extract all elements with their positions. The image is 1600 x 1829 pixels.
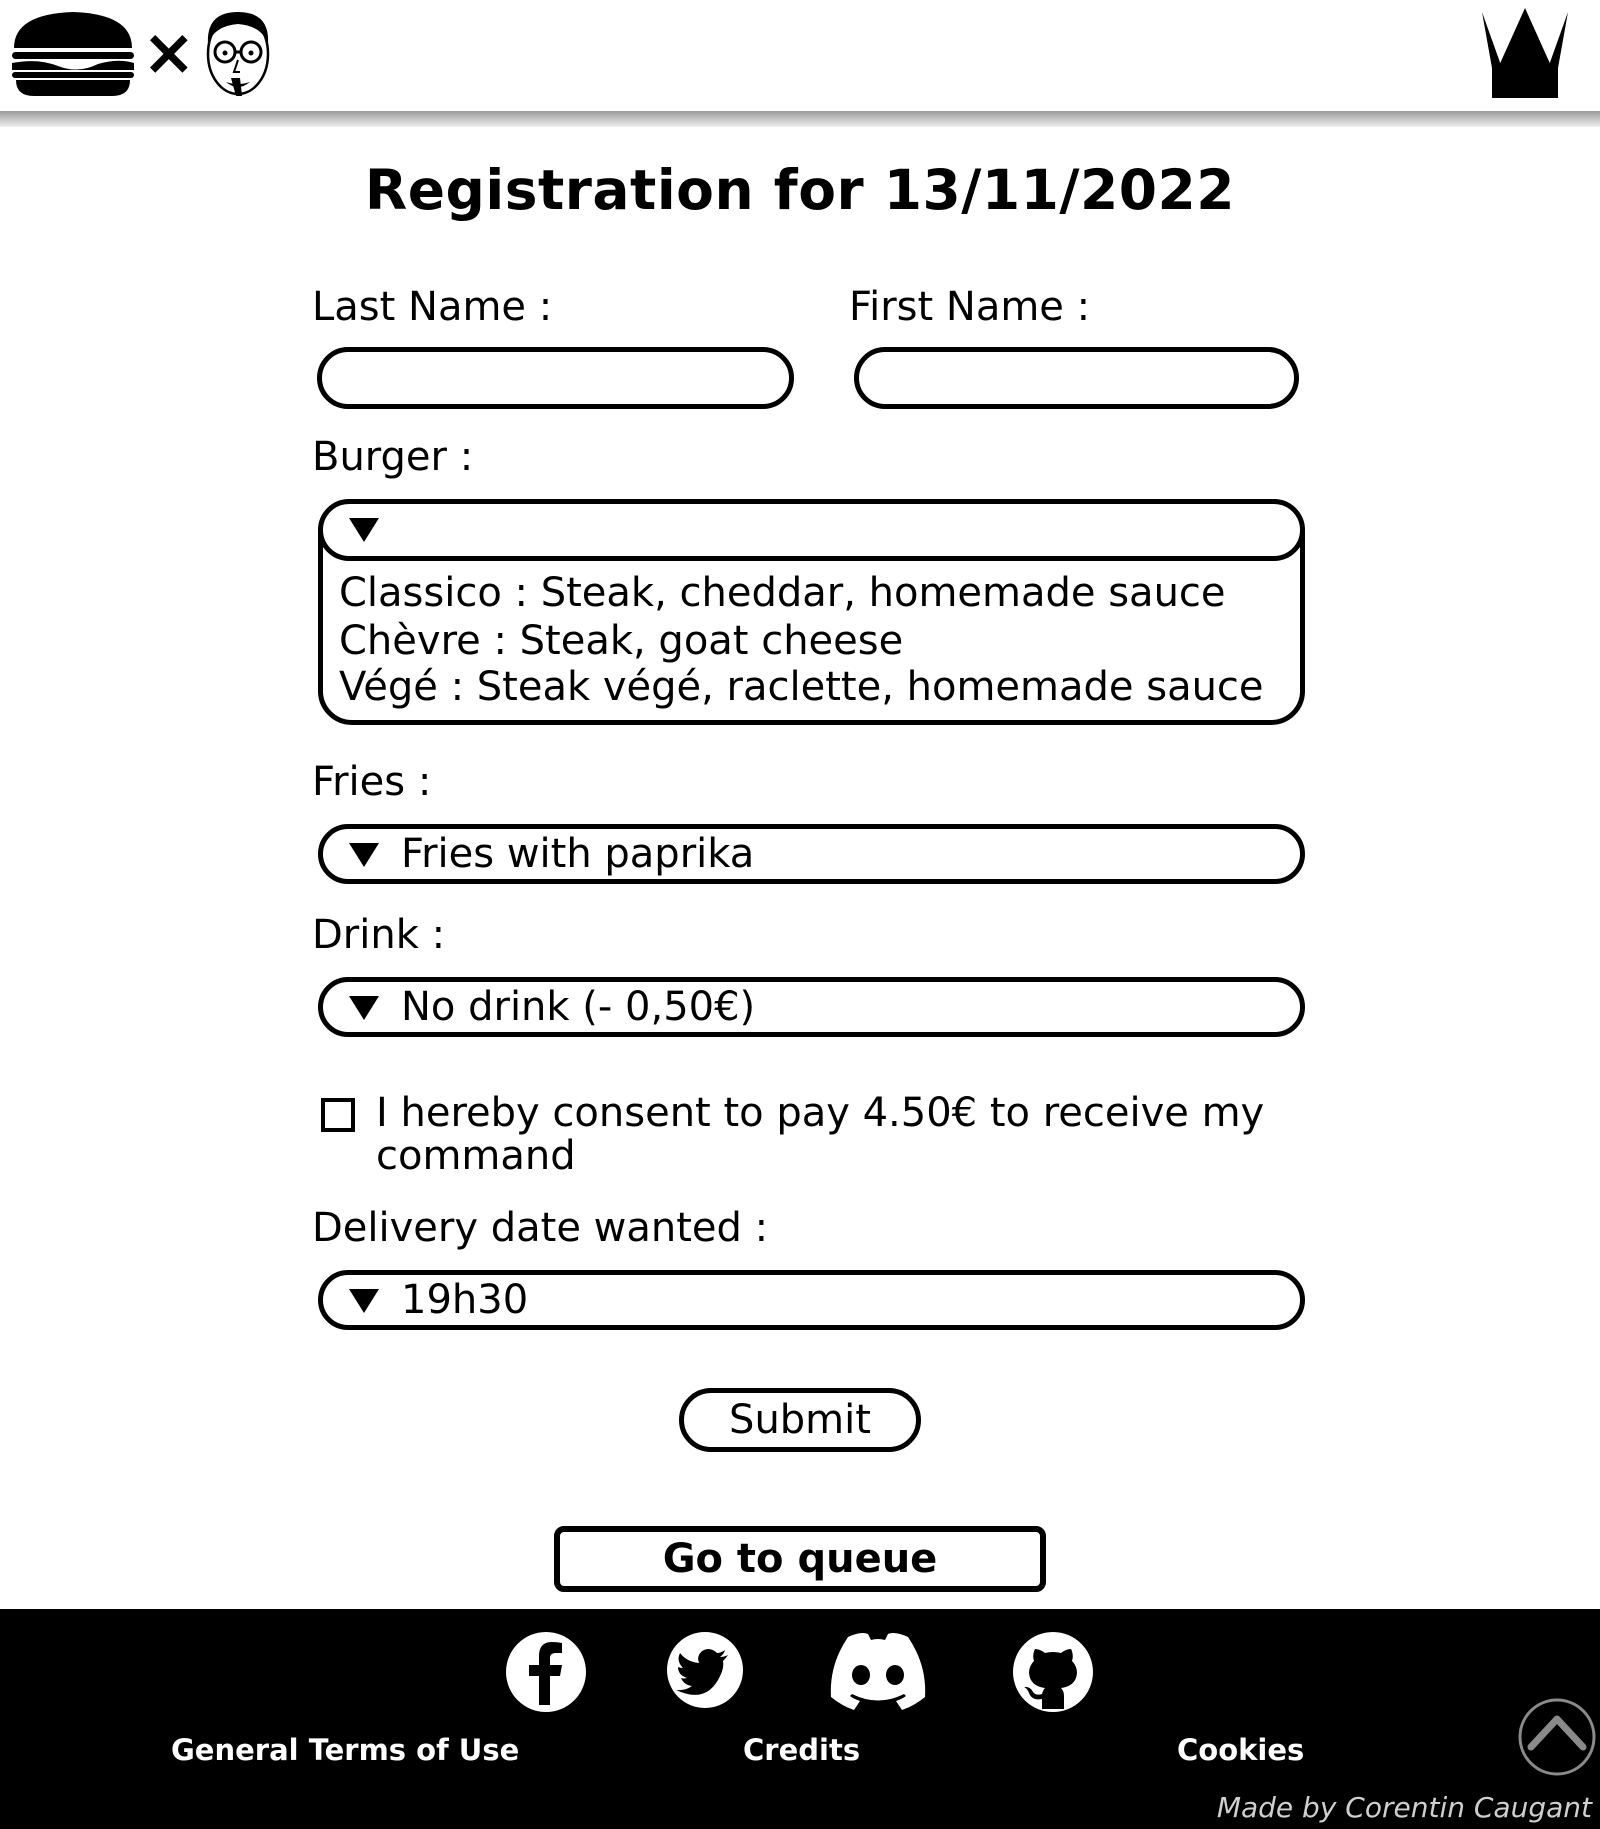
delivery-label: Delivery date wanted : bbox=[312, 1205, 769, 1251]
site-logo[interactable]: × bbox=[8, 8, 276, 98]
burger-icon bbox=[12, 12, 134, 96]
header-divider bbox=[0, 111, 1600, 127]
first-name-label: First Name : bbox=[849, 284, 1091, 330]
discord-icon[interactable] bbox=[826, 1631, 930, 1713]
github-icon[interactable] bbox=[1012, 1631, 1094, 1713]
footer-link-terms[interactable]: General Terms of Use bbox=[171, 1733, 519, 1767]
dropdown-arrow-icon bbox=[349, 518, 379, 542]
footer-link-cookies[interactable]: Cookies bbox=[1177, 1733, 1304, 1767]
burger-select-header[interactable] bbox=[318, 499, 1305, 561]
logo-separator: × bbox=[142, 16, 196, 90]
burger-select[interactable]: Classico : Steak, cheddar, homemade sauc… bbox=[318, 499, 1305, 725]
footer-link-credits[interactable]: Credits bbox=[743, 1733, 860, 1767]
last-name-label: Last Name : bbox=[312, 284, 553, 330]
burger-label: Burger : bbox=[312, 434, 474, 480]
first-name-input[interactable] bbox=[854, 347, 1299, 409]
delivery-select[interactable]: 19h30 bbox=[318, 1270, 1305, 1330]
twitter-icon[interactable] bbox=[666, 1631, 744, 1709]
dropdown-arrow-icon bbox=[349, 996, 379, 1020]
made-by-credit: Made by Corentin Caugant bbox=[1216, 1791, 1592, 1824]
consent-checkbox[interactable] bbox=[321, 1098, 355, 1132]
consent-text: I hereby consent to pay 4.50€ to receive… bbox=[376, 1090, 1265, 1179]
go-to-queue-button[interactable]: Go to queue bbox=[554, 1526, 1046, 1592]
drink-select[interactable]: No drink (- 0,50€) bbox=[318, 977, 1305, 1037]
burger-option[interactable]: Végé : Steak végé, raclette, homemade sa… bbox=[339, 664, 1264, 710]
face-icon bbox=[206, 12, 269, 96]
drink-label: Drink : bbox=[312, 912, 446, 958]
fries-select[interactable]: Fries with paprika bbox=[318, 824, 1305, 884]
drink-select-value: No drink (- 0,50€) bbox=[401, 984, 756, 1030]
burger-option[interactable]: Classico : Steak, cheddar, homemade sauc… bbox=[339, 570, 1226, 616]
crown-icon[interactable] bbox=[1480, 6, 1570, 100]
dropdown-arrow-icon bbox=[349, 843, 379, 867]
burger-option[interactable]: Chèvre : Steak, goat cheese bbox=[339, 618, 903, 664]
fries-select-value: Fries with paprika bbox=[401, 831, 755, 877]
facebook-icon[interactable] bbox=[505, 1631, 587, 1713]
footer: General Terms of Use Credits Cookies Mad… bbox=[0, 1609, 1600, 1829]
fries-label: Fries : bbox=[312, 759, 432, 805]
dropdown-arrow-icon bbox=[349, 1289, 379, 1313]
scroll-to-top-icon[interactable] bbox=[1517, 1697, 1597, 1777]
header: × bbox=[0, 0, 1600, 112]
last-name-input[interactable] bbox=[317, 347, 794, 409]
submit-button[interactable]: Submit bbox=[679, 1388, 921, 1452]
delivery-select-value: 19h30 bbox=[401, 1277, 529, 1323]
page-title: Registration for 13/11/2022 bbox=[364, 158, 1236, 222]
